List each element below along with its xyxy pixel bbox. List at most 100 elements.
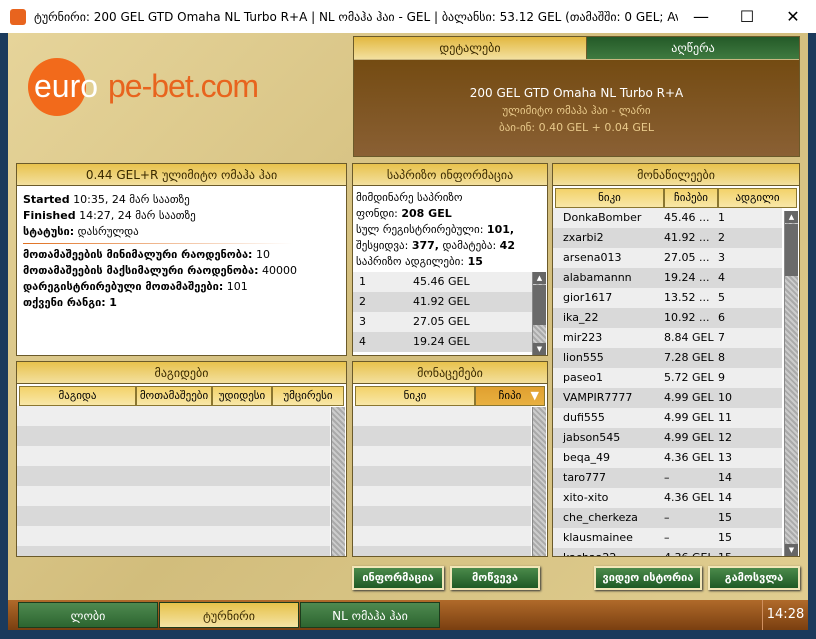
col-table[interactable]: მაგიდა <box>19 386 136 406</box>
empty-row <box>17 486 330 506</box>
rebuy-label: შესყიდვა: <box>356 239 409 252</box>
exit-button[interactable]: გამოსვლა <box>708 566 800 590</box>
prize-place: 1 <box>359 275 366 288</box>
addon-label: დამატება: <box>442 239 497 252</box>
max-players-value: 40000 <box>262 264 297 277</box>
player-chips: 27.05 ... <box>664 251 710 264</box>
prize-place: 4 <box>359 335 366 348</box>
col-nick[interactable]: ნიკი <box>555 188 664 208</box>
col-place[interactable]: ადგილი <box>718 188 797 208</box>
player-row[interactable]: kachaa224.36 GEL15 <box>553 548 782 556</box>
player-row[interactable]: paseo1 5.72 GEL 9 <box>553 368 782 388</box>
player-row[interactable]: beqa_49 4.36 GEL 13 <box>553 448 782 468</box>
empty-row <box>17 466 330 486</box>
tab-nl-omaha[interactable]: NL ომაჰა ჰაი <box>300 602 440 628</box>
logo-part1: euro <box>34 68 99 104</box>
col-chip[interactable]: ჩიპი ▼ <box>475 386 545 406</box>
prize-list: 1 45.46 GEL 2 41.92 GEL 3 27.05 GEL 4 19.24 GEL <box>353 272 533 352</box>
tab-lobby[interactable]: ლობი <box>18 602 158 628</box>
places-label: საპრიზო ადგილები: <box>356 255 465 268</box>
empty-row <box>17 506 330 526</box>
player-row[interactable]: lion555 7.28 GEL 8 <box>553 348 782 368</box>
player-nick: che_cherkeza <box>563 511 638 524</box>
tables-title: მაგიდები <box>17 362 346 384</box>
col-largest[interactable]: უდიდესი <box>212 386 272 406</box>
col-players[interactable]: მოთამაშეები <box>136 386 212 406</box>
close-button[interactable]: ✕ <box>770 7 816 26</box>
empty-row <box>17 426 330 446</box>
player-chips: 13.52 ... <box>664 291 710 304</box>
player-nick: arsena013 <box>563 251 622 264</box>
rebuy-value: 377, <box>411 239 439 252</box>
player-row[interactable]: gior1617 13.52 ... 5 <box>553 288 782 308</box>
col-smallest[interactable]: უმცირესი <box>272 386 344 406</box>
player-chips: 4.99 GEL <box>664 411 714 424</box>
scroll-up-icon[interactable]: ▲ <box>785 211 798 223</box>
players-scrollbar[interactable]: ▲ ▼ <box>784 211 798 556</box>
player-chips: 10.92 ... <box>664 311 710 324</box>
data-scrollbar[interactable] <box>532 407 546 556</box>
player-row[interactable]: taro777 – 14 <box>553 468 782 488</box>
player-chips: 4.36 GEL <box>664 491 714 504</box>
invite-button[interactable]: მოწვევა <box>450 566 540 590</box>
player-row[interactable]: ika_22 10.92 ... 6 <box>553 308 782 328</box>
player-place: 3 <box>718 251 725 264</box>
total-label: სულ რეგისტრირებული: <box>356 223 484 236</box>
player-nick: DonkaBomber <box>563 211 642 224</box>
buy-in: ბაი-ინ: 0.40 GEL + 0.04 GEL <box>499 121 654 134</box>
tables-scrollbar[interactable] <box>331 407 345 556</box>
col-chips[interactable]: ჩიპები <box>664 188 718 208</box>
player-place: 6 <box>718 311 725 324</box>
player-nick: gior1617 <box>563 291 613 304</box>
empty-row <box>353 466 531 486</box>
total-value: 101, <box>486 223 515 236</box>
clock: 14:28 <box>762 600 808 630</box>
started-label: Started <box>23 193 70 206</box>
player-row[interactable]: dufi555 4.99 GEL 11 <box>553 408 782 428</box>
rank-value: 1 <box>109 296 117 309</box>
player-row[interactable]: mir223 8.84 GEL 7 <box>553 328 782 348</box>
player-row[interactable]: alabamannn 19.24 ... 4 <box>553 268 782 288</box>
tab-tournament[interactable]: ტურნირი <box>159 602 299 628</box>
player-nick: klausmainee <box>563 531 633 544</box>
info-button[interactable]: ინფორმაცია <box>352 566 444 590</box>
col-nick[interactable]: ნიკი <box>355 386 475 406</box>
minimize-button[interactable]: — <box>678 7 724 26</box>
fund-value: 208 GEL <box>401 207 452 220</box>
player-row[interactable]: xito-xito 4.36 GEL 14 <box>553 488 782 508</box>
player-row[interactable]: zxarbi2 41.92 ... 2 <box>553 228 782 248</box>
scroll-down-icon[interactable]: ▼ <box>785 544 798 556</box>
places-value: 15 <box>467 255 483 268</box>
tab-description[interactable]: აღწერა <box>587 37 799 59</box>
info-title: 0.44 GEL+R ულიმიტო ომაჰა ჰაი <box>17 164 346 186</box>
data-title: მონაცემები <box>353 362 547 384</box>
tab-details[interactable]: დეტალები <box>354 37 587 59</box>
prize-scrollbar[interactable]: ▲ ▼ <box>532 272 546 355</box>
player-row[interactable]: jabson545 4.99 GEL 12 <box>553 428 782 448</box>
player-place: 15 <box>718 531 732 544</box>
empty-row <box>17 526 330 546</box>
player-place: 15 <box>718 511 732 524</box>
max-players-label: მოთამაშეების მაქსიმალური რაოდენობა: <box>23 264 259 277</box>
player-chips: – <box>664 511 670 524</box>
player-row[interactable]: DonkaBomber 45.46 ... 1 <box>553 208 782 228</box>
player-chips: – <box>664 471 670 484</box>
player-row[interactable]: che_cherkeza – 15 <box>553 508 782 528</box>
data-panel: მონაცემები ნიკი ჩიპი ▼ <box>352 361 548 557</box>
scroll-up-icon[interactable]: ▲ <box>533 272 546 284</box>
player-row[interactable]: klausmainee – 15 <box>553 528 782 548</box>
player-chips: 45.46 ... <box>664 211 710 224</box>
player-place: 5 <box>718 291 725 304</box>
empty-row <box>353 506 531 526</box>
scroll-thumb[interactable] <box>785 224 798 276</box>
player-place: 2 <box>718 231 725 244</box>
video-history-button[interactable]: ვიდეო ისტორია <box>594 566 702 590</box>
player-row[interactable]: VAMPIR7777 4.99 GEL 10 <box>553 388 782 408</box>
scroll-thumb[interactable] <box>533 285 546 325</box>
player-chips: 5.72 GEL <box>664 371 714 384</box>
player-row[interactable]: arsena013 27.05 ... 3 <box>553 248 782 268</box>
fund-label: ფონდი: <box>356 207 398 220</box>
scroll-down-icon[interactable]: ▼ <box>533 343 546 355</box>
maximize-button[interactable]: ☐ <box>724 7 770 26</box>
player-nick: paseo1 <box>563 371 603 384</box>
